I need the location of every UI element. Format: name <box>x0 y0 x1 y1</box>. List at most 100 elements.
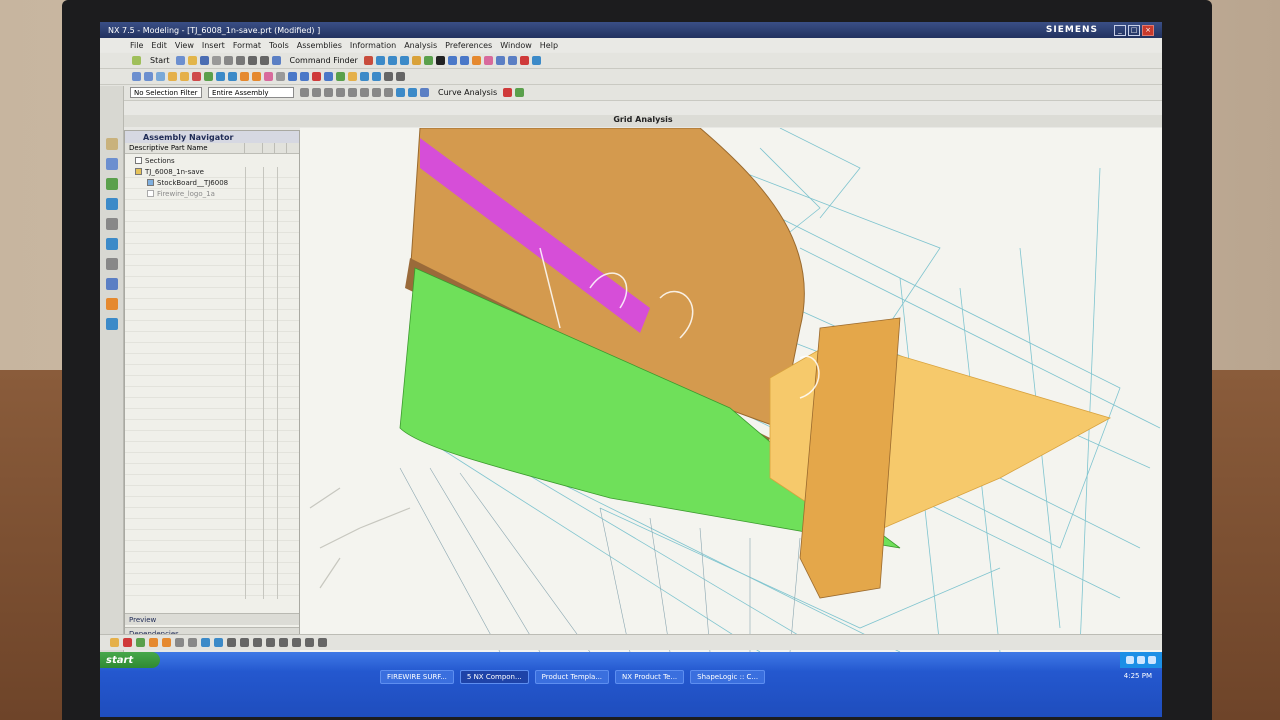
select-face-icon[interactable] <box>396 88 405 97</box>
feature-icon[interactable] <box>519 56 529 65</box>
sweep-icon[interactable] <box>156 72 165 81</box>
tree-row-top-assembly[interactable]: TJ_6008_1n-save <box>125 166 299 177</box>
draft-analysis-icon[interactable] <box>324 72 333 81</box>
surface-icon[interactable] <box>483 56 493 65</box>
snap-quadrant-icon[interactable] <box>336 88 345 97</box>
arc-icon[interactable] <box>162 638 171 647</box>
task-nx-product-template[interactable]: NX Product Te... <box>615 670 685 684</box>
sketch-icon[interactable] <box>495 56 505 65</box>
roles-tab-icon[interactable] <box>105 318 118 330</box>
offset-curve-icon[interactable] <box>188 638 197 647</box>
menu-preferences[interactable]: Preferences <box>445 41 492 50</box>
constraint-navigator-tab-icon[interactable] <box>105 158 118 170</box>
cut-icon[interactable] <box>211 56 221 65</box>
menu-window[interactable]: Window <box>500 41 532 50</box>
column-readonly[interactable] <box>263 143 275 153</box>
menu-view[interactable]: View <box>175 41 194 50</box>
column-modified[interactable] <box>275 143 287 153</box>
snap-point-icon[interactable] <box>372 88 381 97</box>
chamfer-icon[interactable] <box>180 72 189 81</box>
assembly-scope-dropdown[interactable]: Entire Assembly <box>208 87 294 98</box>
join-icon[interactable] <box>318 638 327 647</box>
sew-icon[interactable] <box>204 72 213 81</box>
command-finder-button[interactable]: Command Finder <box>290 56 358 65</box>
snap-tangent-icon[interactable] <box>360 88 369 97</box>
menu-file[interactable]: File <box>130 41 143 50</box>
snap-center-icon[interactable] <box>324 88 333 97</box>
section-icon[interactable] <box>288 72 297 81</box>
part-navigator-tab-icon[interactable] <box>105 178 118 190</box>
inflection-icon[interactable] <box>515 88 525 97</box>
open-icon[interactable] <box>187 56 197 65</box>
divide-icon[interactable] <box>292 638 301 647</box>
snap-pole-icon[interactable] <box>384 88 393 97</box>
studio-surface-icon[interactable] <box>252 72 261 81</box>
curve-analysis-button[interactable]: Curve Analysis <box>438 88 497 97</box>
redo-icon[interactable] <box>259 56 269 65</box>
menu-format[interactable]: Format <box>233 41 261 50</box>
intersect-curve-icon[interactable] <box>214 638 223 647</box>
tree-row-sections[interactable]: Sections <box>125 155 299 166</box>
selection-filter-dropdown[interactable]: No Selection Filter <box>130 87 202 98</box>
menu-help[interactable]: Help <box>540 41 558 50</box>
wireframe-icon[interactable] <box>384 72 393 81</box>
offset-icon[interactable] <box>216 72 225 81</box>
start-icon[interactable] <box>132 56 141 65</box>
save-icon[interactable] <box>199 56 209 65</box>
curve-icon[interactable] <box>507 56 517 65</box>
menu-tools[interactable]: Tools <box>269 41 289 50</box>
history-tab-icon[interactable] <box>105 258 118 270</box>
thicken-icon[interactable] <box>228 72 237 81</box>
polygon-icon[interactable] <box>253 638 262 647</box>
reuse-library-tab-icon[interactable] <box>105 198 118 210</box>
start-menu-button[interactable]: Start <box>150 56 170 65</box>
rotate-icon[interactable] <box>399 56 409 65</box>
snap-toggle-icon[interactable] <box>110 638 119 647</box>
volume-icon[interactable] <box>1137 656 1145 664</box>
assembly-navigator-tab-icon[interactable] <box>105 138 118 150</box>
point-icon[interactable] <box>136 638 145 647</box>
column-descriptive-part-name[interactable]: Descriptive Part Name <box>125 143 245 153</box>
spline-icon[interactable] <box>175 638 184 647</box>
fillet-icon[interactable] <box>266 638 275 647</box>
analysis-icon[interactable] <box>471 56 481 65</box>
undo-icon[interactable] <box>247 56 257 65</box>
start-button[interactable]: start <box>100 652 160 668</box>
hd3d-tools-tab-icon[interactable] <box>105 218 118 230</box>
slope-icon[interactable] <box>360 72 369 81</box>
reflection-icon[interactable] <box>336 72 345 81</box>
maximize-button[interactable]: □ <box>1128 24 1140 36</box>
shade-icon[interactable] <box>411 56 421 65</box>
snap-endpoint-icon[interactable] <box>300 88 309 97</box>
revolve-icon[interactable] <box>144 72 153 81</box>
view-orient-icon[interactable] <box>447 56 457 65</box>
comb-icon[interactable] <box>503 88 513 97</box>
task-nx-components[interactable]: 5 NX Compon... <box>459 670 529 684</box>
measure-icon[interactable] <box>276 72 285 81</box>
zoom-icon[interactable] <box>387 56 397 65</box>
expand-icon[interactable] <box>135 157 142 164</box>
minimize-button[interactable]: _ <box>1114 24 1126 36</box>
through-curves-icon[interactable] <box>240 72 249 81</box>
menu-analysis[interactable]: Analysis <box>404 41 437 50</box>
trim-icon[interactable] <box>192 72 201 81</box>
extend-icon[interactable] <box>279 638 288 647</box>
shaded-icon[interactable] <box>396 72 405 81</box>
process-studio-tab-icon[interactable] <box>105 298 118 310</box>
preview-panel-header[interactable]: Preview <box>125 613 299 625</box>
menu-assemblies[interactable]: Assemblies <box>297 41 342 50</box>
copy-icon[interactable] <box>223 56 233 65</box>
task-shapelogic[interactable]: ShapeLogic :: C... <box>690 670 766 684</box>
stop-icon[interactable] <box>123 638 132 647</box>
bridge-icon[interactable] <box>305 638 314 647</box>
blend-icon[interactable] <box>168 72 177 81</box>
tree-row-stockboard[interactable]: StockBoard__TJ6008 <box>125 177 299 188</box>
project-curve-icon[interactable] <box>201 638 210 647</box>
snap-midpoint-icon[interactable] <box>312 88 321 97</box>
task-product-template[interactable]: Product Templa... <box>534 670 610 684</box>
snap-icon[interactable] <box>363 56 373 65</box>
column-loaded[interactable] <box>245 143 263 153</box>
paste-icon[interactable] <box>235 56 245 65</box>
graphics-viewport[interactable] <box>300 128 1162 652</box>
fit-icon[interactable] <box>375 56 385 65</box>
